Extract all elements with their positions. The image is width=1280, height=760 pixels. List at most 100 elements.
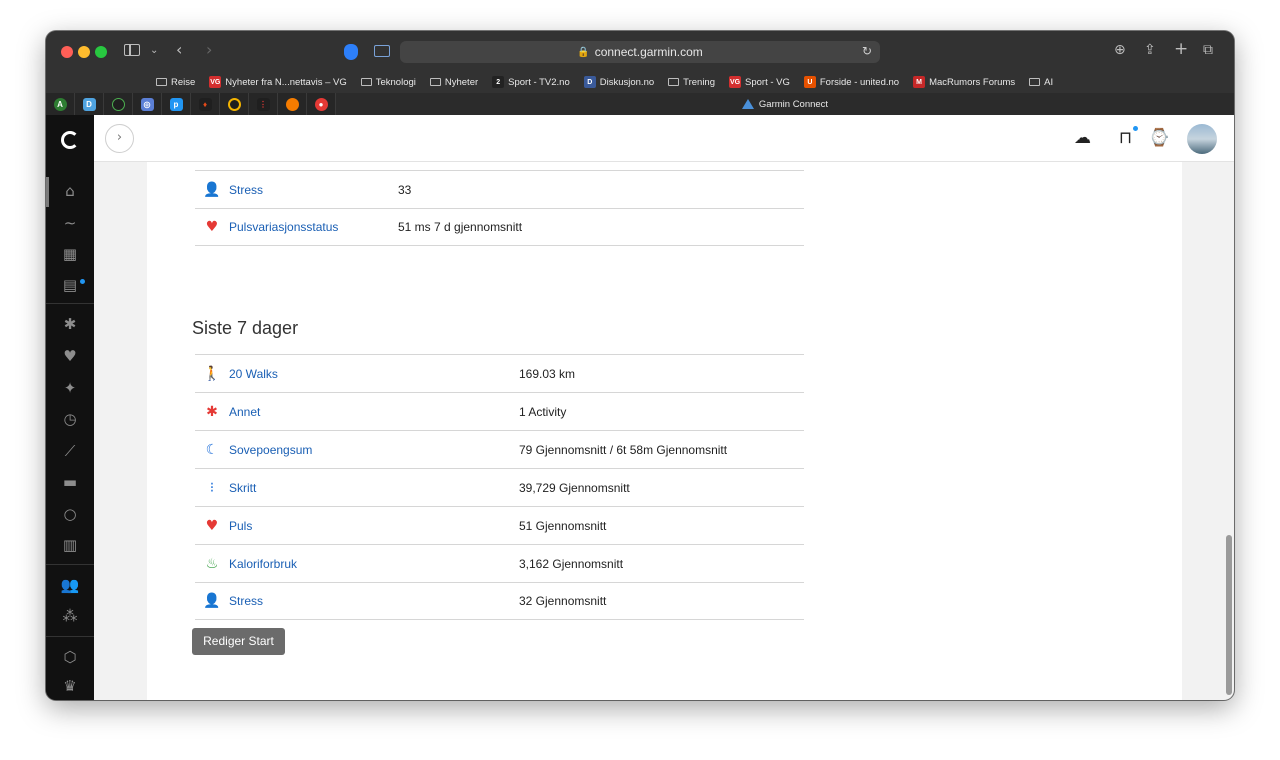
bookmark-item[interactable]: U Forside - united.no	[803, 76, 899, 88]
edit-start-button[interactable]: Rediger Start	[192, 628, 285, 655]
pinned-tab[interactable]: ●	[307, 93, 336, 115]
person-icon: 👤	[203, 593, 221, 609]
tabs-icon[interactable]: ⧉	[1203, 42, 1213, 58]
row-link[interactable]: Skritt	[229, 481, 256, 495]
pinned-favicon: A	[53, 97, 67, 111]
pinned-tab[interactable]	[104, 93, 133, 115]
pinned-tab[interactable]: A	[46, 93, 75, 115]
sidebar-divider	[46, 636, 94, 637]
bookmark-label: Teknologi	[375, 76, 416, 88]
footsteps-icon: ⁝	[209, 479, 215, 496]
activity-person-icon[interactable]: ✱	[46, 315, 94, 333]
pinned-tab[interactable]	[278, 93, 307, 115]
segments-icon[interactable]: ⟋	[46, 442, 94, 460]
connections-icon[interactable]: 👥	[46, 576, 94, 594]
garmin-connect-logo-icon[interactable]	[61, 131, 79, 149]
watch-icon[interactable]: ⌚	[1149, 128, 1170, 148]
bookmark-label: Nyheter fra N...nettavis – VG	[225, 76, 347, 88]
chevron-down-icon[interactable]: ⌄	[150, 43, 158, 59]
bookmark-label: MacRumors Forums	[929, 76, 1016, 88]
badges-icon[interactable]: ⬡	[46, 648, 94, 666]
share-icon[interactable]: ⇪	[1144, 42, 1156, 58]
sidebar-toggle-icon[interactable]	[124, 44, 140, 56]
row-link[interactable]: Sovepoengsum	[229, 443, 312, 457]
sleep-icon: ☾	[205, 441, 219, 458]
sidebar-divider	[46, 564, 94, 565]
row-link[interactable]: Pulsvariasjonsstatus	[229, 220, 338, 234]
home-icon[interactable]: ⌂	[46, 182, 94, 200]
bookmark-item[interactable]: Reise	[156, 77, 195, 88]
tab-bar: A D ◎ p ♦ ⋮ ● Garmin Connect	[46, 93, 1234, 115]
back-icon[interactable]: ‹	[176, 42, 182, 58]
inbox-icon[interactable]: ⊓	[1119, 128, 1132, 148]
challenges-icon[interactable]: ♛	[46, 677, 94, 695]
trend-icon[interactable]: ∼	[46, 214, 94, 232]
walk-icon: 🚶	[203, 365, 221, 382]
table-row: ✱ Annet 1 Activity	[195, 392, 804, 430]
bookmark-item[interactable]: VG Nyheter fra N...nettavis – VG	[209, 76, 347, 88]
insights-bulb-icon[interactable]: ○	[46, 505, 94, 523]
pinned-tab[interactable]: ♦	[191, 93, 220, 115]
activity-icon: ✱	[206, 403, 218, 420]
table-row: ♥ Pulsvariasjonsstatus 51 ms 7 d gjennomsn…	[195, 208, 804, 246]
reports-chart-icon[interactable]: ▥	[46, 536, 94, 554]
table-row: ♥ Puls 51 Gjennomsnitt	[195, 506, 804, 544]
scrollbar[interactable]	[1226, 535, 1232, 695]
pinned-favicon: ◎	[140, 97, 154, 111]
table-row: ☾ Sovepoengsum 79 Gjennomsnitt / 6t 58m Gj…	[195, 430, 804, 468]
bookmark-item[interactable]: VG Sport - VG	[729, 76, 790, 88]
reload-icon[interactable]: ↻	[862, 44, 872, 58]
zoom-window-button[interactable]	[95, 46, 107, 58]
pinned-tab[interactable]: ⋮	[249, 93, 278, 115]
forward-icon[interactable]: ›	[206, 42, 212, 58]
bookmark-item[interactable]: Trening	[668, 77, 715, 88]
pinned-tab[interactable]: ◎	[133, 93, 162, 115]
stopwatch-icon[interactable]: ◷	[46, 410, 94, 428]
close-window-button[interactable]	[61, 46, 73, 58]
pinned-favicon	[111, 97, 125, 111]
download-icon[interactable]: ⊕	[1114, 42, 1126, 58]
pinned-tab[interactable]: p	[162, 93, 191, 115]
bookmark-item[interactable]: AI	[1029, 77, 1053, 88]
bookmark-item[interactable]: D Diskusjon.no	[583, 76, 654, 88]
row-value: 3,162 Gjennomsnitt	[519, 556, 624, 571]
bookmark-label: Reise	[171, 76, 196, 88]
training-icon[interactable]: ✦	[46, 379, 94, 397]
minimize-window-button[interactable]	[78, 46, 90, 58]
row-link[interactable]: Annet	[229, 405, 260, 419]
heart-pulse-icon: ♥	[205, 219, 219, 235]
heart-icon[interactable]: ♥	[46, 347, 94, 365]
heart-icon: ♥	[205, 517, 219, 534]
row-value: 33	[398, 182, 412, 197]
bookmark-item[interactable]: M MacRumors Forums	[913, 76, 1015, 88]
row-link[interactable]: Kaloriforbruk	[229, 557, 297, 571]
tab-overview-icon[interactable]	[374, 45, 390, 57]
tab-garmin-connect[interactable]: Garmin Connect	[336, 93, 1234, 115]
pinned-tab[interactable]	[220, 93, 249, 115]
groups-icon[interactable]: ⁂	[46, 607, 94, 625]
row-link[interactable]: Stress	[229, 594, 263, 608]
section-title: Siste 7 dager	[192, 318, 299, 338]
expand-sidebar-button[interactable]: ›	[105, 124, 134, 153]
row-value: 169.03 km	[519, 366, 576, 381]
favicon-icon: VG	[209, 76, 222, 88]
address-bar[interactable]: 🔒 connect.garmin.com ↻	[400, 41, 880, 63]
avatar[interactable]	[1187, 124, 1217, 154]
news-icon[interactable]: ▤	[46, 276, 94, 294]
pinned-favicon	[227, 97, 241, 111]
pinned-tab[interactable]: D	[75, 93, 104, 115]
bookmark-item[interactable]: 2 Sport - TV2.no	[492, 76, 570, 88]
calendar-icon[interactable]: ▦	[46, 245, 94, 263]
row-value: 39,729 Gjennomsnitt	[519, 480, 630, 495]
gear-shoe-icon[interactable]: ▬	[46, 473, 94, 491]
bookmark-item[interactable]: Teknologi	[360, 76, 416, 88]
row-value: 51 Gjennomsnitt	[519, 518, 607, 533]
privacy-shield-icon[interactable]	[344, 44, 358, 60]
bookmark-item[interactable]: Nyheter	[429, 77, 478, 88]
row-link[interactable]: Stress	[229, 183, 263, 197]
new-tab-icon[interactable]: +	[1174, 41, 1188, 58]
upload-cloud-icon[interactable]: ☁	[1074, 128, 1091, 148]
row-link[interactable]: 20 Walks	[229, 367, 278, 381]
bookmark-label: Trening	[683, 76, 715, 88]
row-link[interactable]: Puls	[229, 519, 252, 533]
